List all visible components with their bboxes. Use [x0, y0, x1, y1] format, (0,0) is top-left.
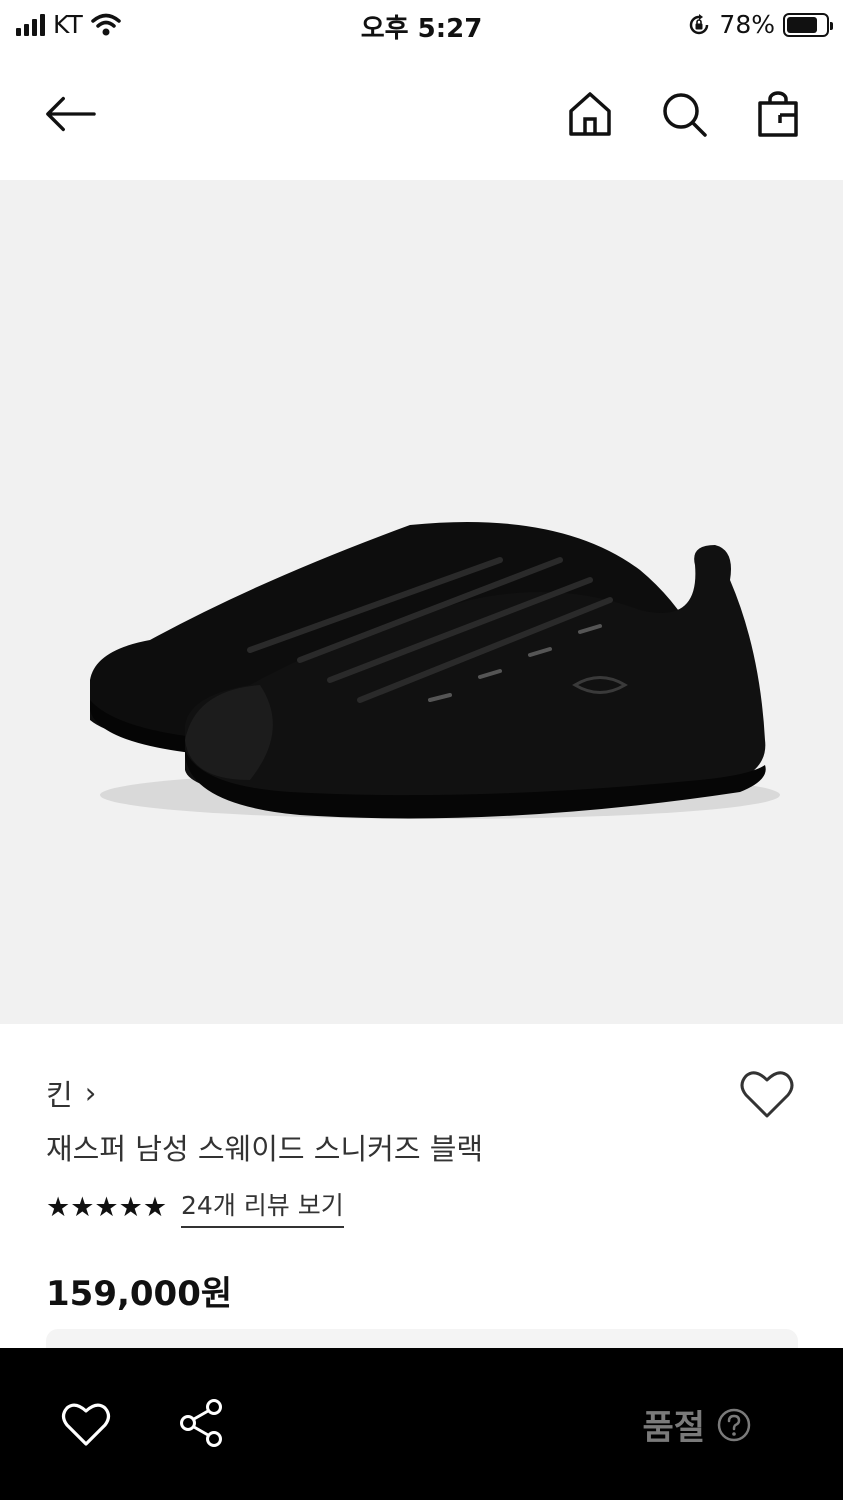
rating-row: ★★★★★ 24개 리뷰 보기 [46, 1186, 344, 1228]
star-rating: ★★★★★ [46, 1191, 168, 1223]
sneaker-pair-image [90, 522, 780, 819]
rotation-lock-icon [690, 13, 709, 34]
product-image[interactable] [0, 180, 843, 1024]
cart-button[interactable] [752, 88, 804, 140]
help-icon [717, 1408, 751, 1442]
help-button[interactable] [717, 1408, 751, 1442]
top-nav [0, 62, 843, 166]
battery-percent: 78% [719, 10, 775, 39]
back-arrow-icon [46, 96, 96, 132]
battery-level [787, 16, 817, 33]
product-name: 재스퍼 남성 스웨이드 스니커즈 블랙 [46, 1132, 484, 1166]
search-button[interactable] [658, 88, 710, 140]
bottom-wishlist-button[interactable] [60, 1400, 112, 1448]
home-button[interactable] [564, 88, 616, 140]
status-bar: KT 오후 5:27 78% [0, 0, 843, 48]
search-icon [663, 93, 707, 137]
shopping-bag-icon [758, 91, 798, 137]
soldout-label: 품절 [642, 1408, 705, 1448]
back-button[interactable] [44, 88, 96, 140]
heart-icon [61, 1403, 111, 1446]
wishlist-button[interactable] [739, 1068, 795, 1120]
status-right: 78% [687, 10, 833, 39]
share-icon [180, 1399, 222, 1447]
brand-link[interactable]: 킨 › [46, 1072, 96, 1114]
heart-outline-icon [740, 1071, 794, 1118]
brand-name: 킨 [46, 1078, 73, 1112]
product-price: 159,000원 [46, 1274, 233, 1314]
home-icon [569, 92, 611, 136]
battery-icon [783, 12, 833, 37]
product-info: 킨 › 재스퍼 남성 스웨이드 스니커즈 블랙 ★★★★★ 24개 리뷰 보기 … [0, 1024, 843, 1359]
review-link[interactable]: 24개 리뷰 보기 [181, 1186, 344, 1228]
chevron-right-icon: › [84, 1076, 97, 1110]
share-button[interactable] [178, 1398, 226, 1448]
bottom-action-bar: 품절 [0, 1348, 843, 1500]
